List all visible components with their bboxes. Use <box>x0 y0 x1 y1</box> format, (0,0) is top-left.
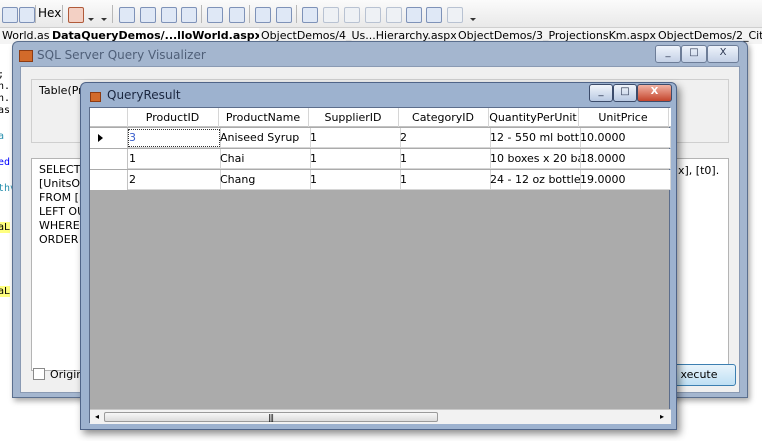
grid-cell[interactable]: 2 <box>398 128 491 148</box>
visualizer-minimize-button[interactable]: _ <box>655 45 681 63</box>
row-header[interactable] <box>90 170 128 190</box>
grid-cell[interactable]: 1 <box>308 149 401 169</box>
grid-cell[interactable]: 18.0000 <box>578 149 671 169</box>
grid-cell[interactable]: 1 <box>398 149 491 169</box>
grip-icon: ||| <box>268 413 274 422</box>
visualizer-maximize-button[interactable]: □ <box>681 45 707 63</box>
list-icon[interactable] <box>2 7 18 23</box>
copy-icon[interactable] <box>140 7 156 23</box>
column-header[interactable]: QuantityPerUnit <box>488 108 579 127</box>
code-line: aL <box>0 222 11 233</box>
grid-cell[interactable]: 12 - 550 ml bottles <box>488 128 581 148</box>
column-header[interactable]: SupplierID <box>308 108 399 127</box>
clear-bookmarks-icon[interactable] <box>447 7 463 23</box>
grid-cell[interactable]: 24 - 12 oz bottles <box>488 170 581 190</box>
scrollbar-thumb[interactable]: ||| <box>104 412 438 422</box>
grid-cell[interactable]: 2 <box>127 170 221 190</box>
grid-cell[interactable]: 10.0000 <box>578 128 671 148</box>
ide-toolbar: Hex <box>0 0 762 28</box>
next-in-folder-icon[interactable] <box>386 7 402 23</box>
close-button[interactable]: X <box>637 84 672 102</box>
column-header[interactable]: ProductID <box>127 108 219 127</box>
row-header[interactable] <box>90 128 128 148</box>
grid-cell[interactable]: 1 <box>398 170 491 190</box>
code-line: n. V <box>0 81 12 92</box>
next-bookmark-icon[interactable] <box>344 7 360 23</box>
row-header[interactable] <box>90 149 128 169</box>
previous-in-document-icon[interactable] <box>406 7 422 23</box>
current-row-arrow-icon <box>98 134 103 142</box>
grid-cell[interactable]: Aniseed Syrup <box>218 128 311 148</box>
grid-cell[interactable]: 19.0000 <box>578 170 671 190</box>
sql-line-fragment: x], [t0]. <box>678 164 720 177</box>
toolbar-separator <box>249 5 250 23</box>
visualizer-title: SQL Server Query Visualizer <box>37 48 206 62</box>
code-line: ed <box>0 157 11 168</box>
visualizer-close-button[interactable]: X <box>707 45 739 63</box>
chevron-down-icon[interactable] <box>101 18 107 22</box>
sql-line: FROM [P <box>39 191 86 204</box>
code-line: a <box>0 131 5 142</box>
format-icon[interactable] <box>19 7 35 23</box>
grid-cell[interactable]: 1 <box>308 170 401 190</box>
column-header[interactable]: ProductName <box>218 108 309 127</box>
horizontal-scrollbar[interactable]: ◂ ||| ▸ <box>90 409 671 424</box>
minimize-button[interactable]: _ <box>589 84 613 102</box>
code-line: n. C <box>0 93 12 104</box>
breakpoint-icon[interactable] <box>68 7 84 23</box>
original-query-checkbox[interactable] <box>33 368 45 380</box>
next-in-document-icon[interactable] <box>426 7 442 23</box>
table-row[interactable]: 2 Chang 1 1 24 - 12 oz bottles 19.0000 <box>90 170 671 190</box>
table-row[interactable]: 1 Chai 1 1 10 boxes x 20 bags 18.0000 <box>90 149 671 169</box>
code-line: as <box>0 105 11 116</box>
code-line: aL <box>0 286 11 297</box>
result-grid: ProductID ProductName SupplierID Categor… <box>89 107 671 424</box>
cursor-icon[interactable] <box>161 7 177 23</box>
window-icon[interactable] <box>119 7 135 23</box>
grid-cell[interactable]: 3 <box>127 128 221 148</box>
bookmark-icon[interactable] <box>302 7 318 23</box>
scroll-left-icon[interactable]: ◂ <box>92 412 102 422</box>
maximize-button[interactable]: □ <box>613 84 637 102</box>
code-editor-fragment: ; n. V n. C as a ed thv aL aL <box>0 45 12 345</box>
grid-cell[interactable]: 1 <box>308 128 401 148</box>
hex-toggle-button[interactable]: Hex <box>38 6 61 20</box>
row-header-corner <box>90 108 128 127</box>
table-row[interactable]: 3 Aniseed Syrup 1 2 12 - 550 ml bottles … <box>90 128 671 148</box>
chevron-down-icon[interactable] <box>88 18 94 22</box>
column-header[interactable]: CategoryID <box>398 108 489 127</box>
toolbar-separator <box>296 5 297 23</box>
visualizer-app-icon <box>19 50 33 62</box>
code-line: ; <box>0 69 4 80</box>
grid-cell[interactable]: 10 boxes x 20 bags <box>488 149 581 169</box>
query-result-window: QueryResult _ □ X ProductID ProductName … <box>80 82 677 430</box>
indent-icon[interactable] <box>207 7 223 23</box>
toolbar-separator <box>201 5 202 23</box>
outdent-icon[interactable] <box>229 7 245 23</box>
query-result-title: QueryResult <box>107 88 181 102</box>
previous-bookmark-icon[interactable] <box>323 7 339 23</box>
query-result-app-icon <box>90 92 101 102</box>
grid-cell[interactable]: 1 <box>127 149 221 169</box>
font-size-icon[interactable] <box>181 7 197 23</box>
grid-header-row: ProductID ProductName SupplierID Categor… <box>90 108 671 127</box>
column-header[interactable]: UnitPrice <box>578 108 669 127</box>
toolbar-separator <box>62 5 63 23</box>
grid-cell[interactable]: Chang <box>218 170 311 190</box>
toolbar-separator <box>112 5 113 23</box>
chevron-down-icon[interactable] <box>470 18 476 22</box>
code-line: thv <box>0 183 12 194</box>
previous-in-folder-icon[interactable] <box>365 7 381 23</box>
uncomment-icon[interactable] <box>276 7 292 23</box>
scroll-right-icon[interactable]: ▸ <box>657 412 667 422</box>
comment-icon[interactable] <box>255 7 271 23</box>
grid-cell[interactable]: Chai <box>218 149 311 169</box>
toolbar-separator <box>35 5 36 23</box>
